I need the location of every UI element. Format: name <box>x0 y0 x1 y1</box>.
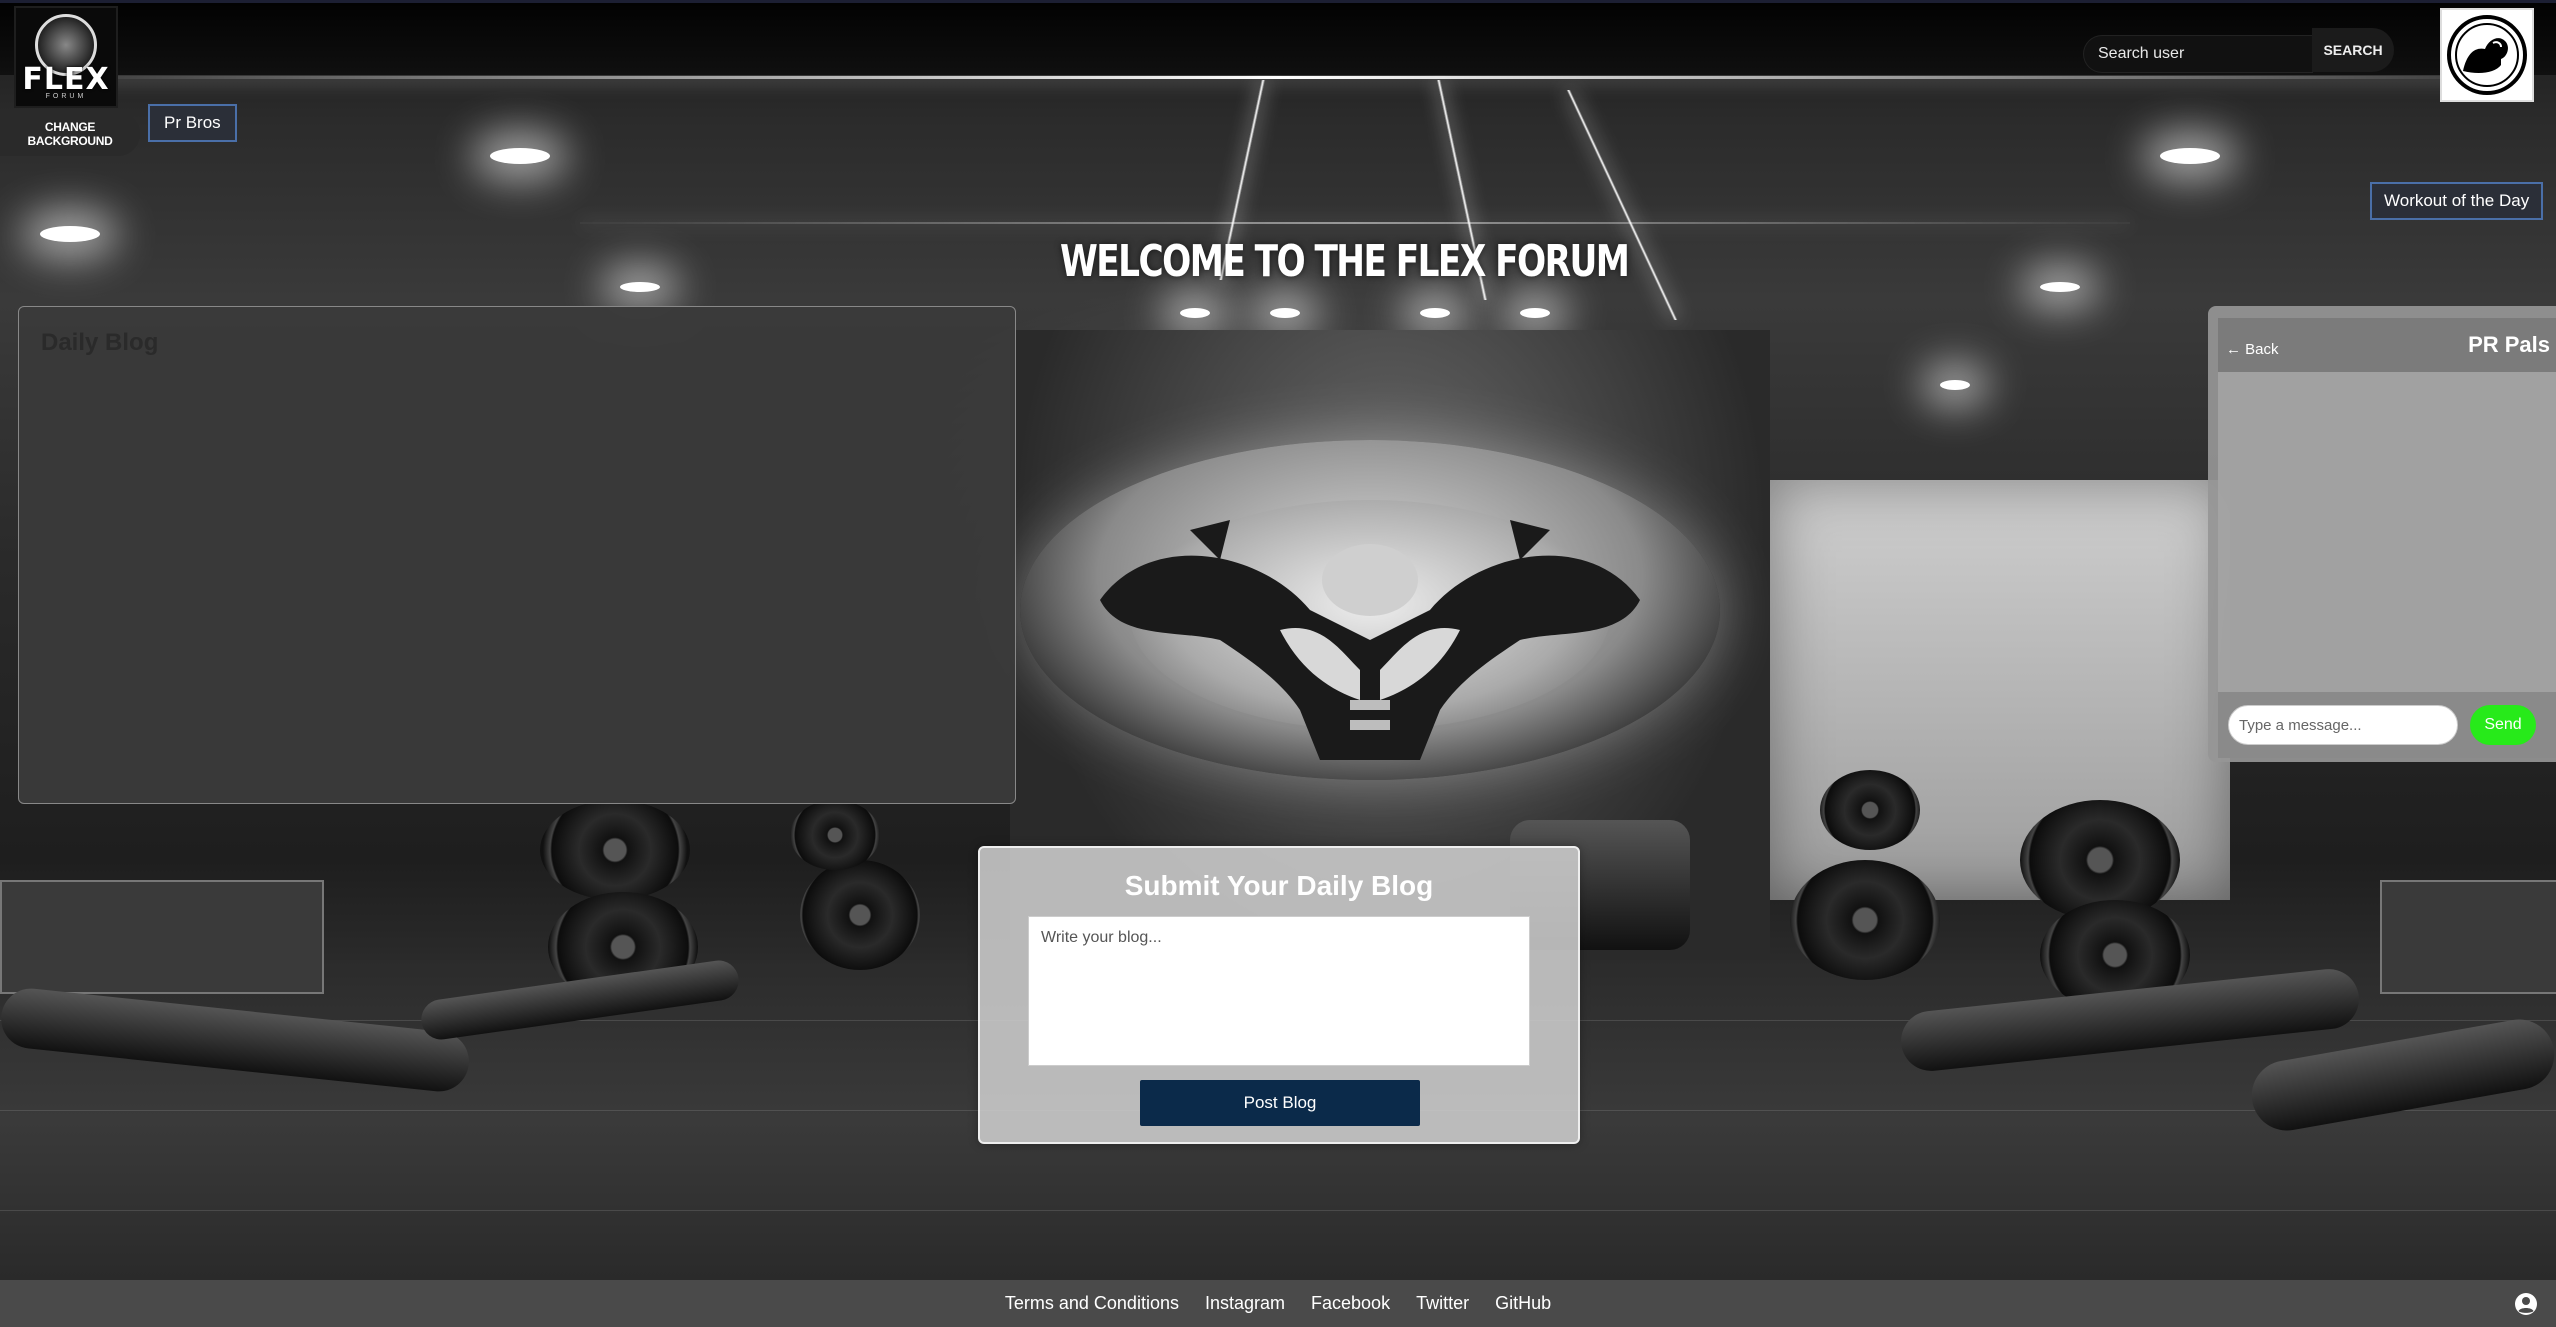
ceiling-spotlight <box>1940 380 1970 390</box>
chat-messages-area[interactable] <box>2218 372 2556 692</box>
ceiling-spotlight <box>1520 308 1550 318</box>
daily-blog-panel: Daily Blog <box>18 306 1016 804</box>
muscle-emblem-icon <box>1100 520 1640 760</box>
ceiling-spotlight <box>1270 308 1300 318</box>
logo-text: FLEX <box>22 62 110 97</box>
profile-avatar[interactable] <box>2440 8 2534 102</box>
workout-of-the-day-button[interactable]: Workout of the Day <box>2370 182 2544 220</box>
footer-link-facebook[interactable]: Facebook <box>1311 1293 1390 1314</box>
ceiling-beam <box>580 222 2130 224</box>
chat-message-input[interactable] <box>2228 705 2458 745</box>
chat-send-button[interactable]: Send <box>2470 705 2536 745</box>
submit-blog-title: Submit Your Daily Blog <box>1124 870 1434 901</box>
footer-link-twitter[interactable]: Twitter <box>1416 1293 1469 1314</box>
pr-bros-button[interactable]: Pr Bros <box>148 104 237 142</box>
ceiling-spotlight <box>1180 308 1210 318</box>
daily-blog-title: Daily Blog <box>41 329 159 356</box>
ceiling-spotlight <box>2040 282 2080 292</box>
logo-subtext: FORUM <box>45 93 87 100</box>
page-title: WELCOME TO THE FLEX FORUM <box>1060 236 1630 287</box>
footer-link-github[interactable]: GitHub <box>1495 1293 1551 1314</box>
chat-title: PR Pals <box>2468 332 2550 357</box>
pr-pals-chat-panel: ← Back PR Pals Send <box>2208 306 2556 762</box>
ceiling-spotlight <box>490 148 550 164</box>
ceiling-spotlight <box>2160 148 2220 164</box>
dumbbell-rack <box>0 880 324 994</box>
flex-forum-logo[interactable]: FLEX FORUM <box>14 6 118 108</box>
post-blog-button[interactable]: Post Blog <box>1140 1080 1420 1126</box>
weight-plate <box>790 800 880 870</box>
weight-plate <box>540 800 690 900</box>
weight-plate <box>800 860 920 970</box>
change-background-button[interactable]: CHANGE BACKGROUND <box>0 112 140 156</box>
search-button[interactable]: SEARCH <box>2312 28 2394 72</box>
user-search: SEARCH <box>2084 28 2394 74</box>
weight-plate <box>1790 860 1940 980</box>
footer-link-instagram[interactable]: Instagram <box>1205 1293 1285 1314</box>
search-user-input[interactable] <box>2084 36 2312 72</box>
flexing-arm-avatar-icon <box>2447 15 2527 95</box>
footer-link-terms[interactable]: Terms and Conditions <box>1005 1293 1179 1314</box>
chat-header: ← Back PR Pals <box>2218 318 2556 372</box>
submit-blog-panel: Submit Your Daily Blog Post Blog <box>978 846 1580 1144</box>
ceiling-spotlight <box>40 226 100 242</box>
weight-plate <box>1820 770 1920 850</box>
ceiling-spotlight <box>620 282 660 292</box>
blog-textarea[interactable] <box>1028 916 1530 1066</box>
ceiling-spotlight <box>1420 308 1450 318</box>
ceiling-light-strip <box>60 76 2500 79</box>
chat-back-button[interactable]: ← Back <box>2226 341 2279 358</box>
dumbbell-rack <box>2380 880 2556 994</box>
footer: Terms and Conditions Instagram Facebook … <box>0 1280 2556 1327</box>
user-circle-icon[interactable] <box>2514 1292 2538 1316</box>
chat-input-row: Send <box>2218 692 2556 758</box>
